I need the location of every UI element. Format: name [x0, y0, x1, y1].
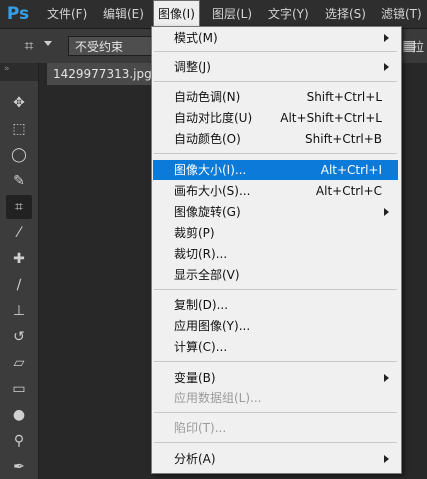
gradient-tool-icon[interactable]: ▭ — [6, 377, 32, 401]
menu-item-analysis[interactable]: 分析(A) — [153, 449, 398, 469]
menu-item-shortcut: Alt+Ctrl+C — [315, 184, 382, 198]
chevron-down-icon[interactable] — [44, 41, 52, 46]
menu-item-shortcut: Alt+Ctrl+I — [320, 163, 382, 177]
menu-edit[interactable]: 编辑(E) — [103, 0, 144, 28]
submenu-arrow-icon — [384, 34, 389, 42]
blur-tool-icon[interactable]: ● — [6, 403, 32, 427]
menu-item-label: 模式(M) — [174, 31, 218, 45]
lasso-tool-icon[interactable]: ◯ — [6, 143, 32, 167]
menu-separator — [154, 81, 397, 82]
menu-item-apply-data-set: 应用数据组(L)... — [153, 388, 398, 408]
menu-item-label: 计算(C)... — [174, 340, 228, 354]
options-right-label[interactable]: 拉 — [412, 38, 424, 55]
menu-item-image-rotation[interactable]: 图像旋转(G) — [153, 202, 398, 222]
menu-item-label: 显示全部(V) — [174, 268, 240, 282]
menu-item-label: 复制(D)... — [174, 298, 229, 312]
brush-tool-icon[interactable]: ∕ — [6, 273, 32, 297]
menu-item-trap: 陷印(T)... — [153, 418, 398, 438]
menu-item-duplicate[interactable]: 复制(D)... — [153, 295, 398, 315]
menu-separator — [154, 412, 397, 413]
photoshop-logo: Ps — [6, 4, 30, 24]
eraser-tool-icon[interactable]: ▱ — [6, 351, 32, 375]
document-tab[interactable]: 1429977313.jpg @ — [47, 63, 167, 85]
submenu-arrow-icon — [384, 208, 389, 216]
menu-filter[interactable]: 滤镜(T) — [381, 0, 422, 28]
ratio-select[interactable]: 不受约束 — [68, 36, 158, 56]
stamp-tool-icon[interactable]: ⊥ — [6, 299, 32, 323]
menu-image[interactable]: 图像(I) — [153, 0, 200, 28]
menu-item-label: 图像旋转(G) — [174, 205, 241, 219]
menu-bar: Ps 文件(F) 编辑(E) 图像(I) 图层(L) 文字(Y) 选择(S) 滤… — [0, 0, 427, 29]
menu-item-canvas-size[interactable]: 画布大小(S)... Alt+Ctrl+C — [153, 181, 398, 201]
menu-item-shortcut: Shift+Ctrl+L — [306, 90, 382, 104]
menu-item-label: 调整(J) — [174, 60, 211, 74]
move-tool-icon[interactable]: ✥ — [6, 91, 32, 115]
image-menu-dropdown: 模式(M) 调整(J) 自动色调(N) Shift+Ctrl+L 自动对比度(U… — [151, 26, 402, 474]
submenu-arrow-icon — [384, 63, 389, 71]
menu-item-label: 裁切(R)... — [174, 247, 228, 261]
healing-brush-tool-icon[interactable]: ✚ — [6, 247, 32, 271]
menu-select[interactable]: 选择(S) — [325, 0, 366, 28]
crop-tool-icon[interactable]: ⌗ — [6, 195, 32, 219]
menu-layer[interactable]: 图层(L) — [212, 0, 252, 28]
menu-item-variables[interactable]: 变量(B) — [153, 368, 398, 388]
menu-item-auto-color[interactable]: 自动颜色(O) Shift+Ctrl+B — [153, 129, 398, 149]
menu-item-label: 自动色调(N) — [174, 90, 241, 104]
menu-item-label: 分析(A) — [174, 452, 216, 466]
menu-separator — [154, 289, 397, 290]
menu-item-apply-image[interactable]: 应用图像(Y)... — [153, 316, 398, 336]
menu-item-label: 画布大小(S)... — [174, 184, 251, 198]
menu-item-auto-tone[interactable]: 自动色调(N) Shift+Ctrl+L — [153, 87, 398, 107]
menu-type[interactable]: 文字(Y) — [268, 0, 309, 28]
menu-item-trim[interactable]: 裁切(R)... — [153, 244, 398, 264]
menu-item-label: 应用数据组(L)... — [174, 391, 262, 405]
pen-tool-icon[interactable]: ✒ — [6, 455, 32, 479]
quick-select-tool-icon[interactable]: ✎ — [6, 169, 32, 193]
menu-separator — [154, 442, 397, 443]
marquee-tool-icon[interactable]: ⬚ — [6, 117, 32, 141]
menu-item-mode[interactable]: 模式(M) — [153, 28, 398, 48]
menu-separator — [154, 51, 397, 52]
menu-item-label: 裁剪(P) — [174, 226, 215, 240]
menu-item-shortcut: Shift+Ctrl+B — [305, 132, 382, 146]
submenu-arrow-icon — [384, 455, 389, 463]
submenu-arrow-icon — [384, 374, 389, 382]
menu-item-auto-contrast[interactable]: 自动对比度(U) Alt+Shift+Ctrl+L — [153, 108, 398, 128]
menu-item-label: 应用图像(Y)... — [174, 319, 251, 333]
menu-item-label: 图像大小(I)... — [174, 163, 247, 177]
menu-item-reveal-all[interactable]: 显示全部(V) — [153, 265, 398, 285]
menu-separator — [154, 153, 397, 154]
menu-item-label: 陷印(T)... — [174, 421, 227, 435]
menu-item-label: 自动对比度(U) — [174, 111, 253, 125]
tools-panel: » ✥ ⬚ ◯ ✎ ⌗ ⁄ ✚ ∕ ⊥ ↺ ▱ ▭ ● ⚲ ✒ — [0, 63, 39, 479]
menu-item-image-size[interactable]: 图像大小(I)... Alt+Ctrl+I — [153, 160, 398, 180]
menu-item-calculations[interactable]: 计算(C)... — [153, 337, 398, 357]
menu-file[interactable]: 文件(F) — [47, 0, 87, 28]
eyedropper-tool-icon[interactable]: ⁄ — [6, 221, 32, 245]
menu-separator — [154, 361, 397, 362]
menu-item-label: 变量(B) — [174, 371, 216, 385]
menu-item-label: 自动颜色(O) — [174, 132, 241, 146]
crop-icon[interactable]: ⌗ — [18, 35, 40, 57]
history-brush-tool-icon[interactable]: ↺ — [6, 325, 32, 349]
dodge-tool-icon[interactable]: ⚲ — [6, 429, 32, 453]
menu-item-shortcut: Alt+Shift+Ctrl+L — [280, 111, 382, 125]
collapse-icon[interactable]: » — [0, 63, 38, 81]
menu-item-crop[interactable]: 裁剪(P) — [153, 223, 398, 243]
menu-item-adjustments[interactable]: 调整(J) — [153, 57, 398, 77]
